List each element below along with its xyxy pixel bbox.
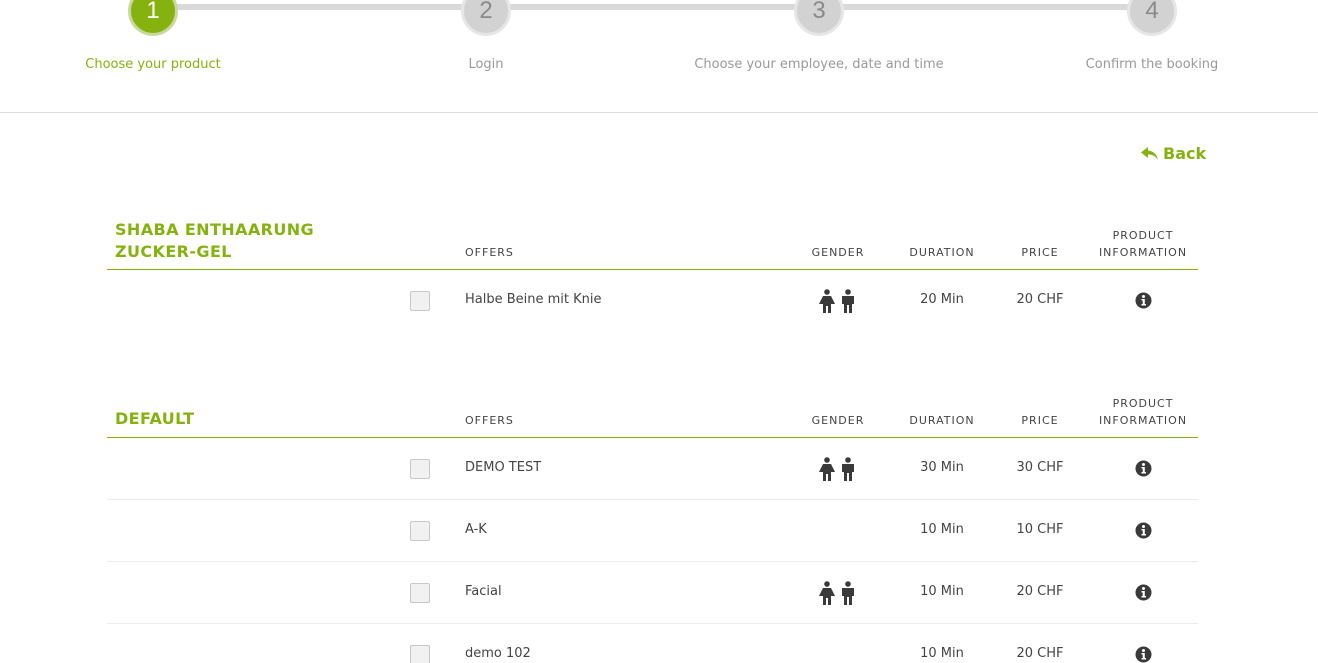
offer-price: 10 CHF [1016, 522, 1064, 537]
back-arrow-icon [1141, 146, 1158, 160]
gender-icons [818, 457, 857, 481]
back-link[interactable]: Back [1141, 144, 1206, 163]
offer-row: Halbe Beine mit Knie 20 Min 20 CHF [107, 270, 1198, 332]
offer-name: DEMO TEST [465, 460, 542, 475]
male-icon [842, 581, 854, 605]
column-offers: OFFERS [465, 246, 514, 259]
offer-duration: 30 Min [920, 460, 964, 475]
offer-checkbox[interactable] [410, 521, 430, 541]
male-icon [842, 457, 854, 481]
info-icon[interactable] [1135, 522, 1152, 539]
offer-price: 20 CHF [1016, 584, 1064, 599]
offer-duration: 10 Min [920, 646, 964, 661]
step-4-label: Confirm the booking [1085, 57, 1219, 72]
offer-row: DEMO TEST 30 Min 30 CHF [107, 438, 1198, 500]
column-product-information-line2: INFORMATION [1098, 414, 1188, 427]
column-product-information: PRODUCT INFORMATION [1083, 227, 1203, 261]
column-price: PRICE [1021, 414, 1059, 427]
column-gender: GENDER [811, 414, 865, 427]
column-gender: GENDER [811, 246, 865, 259]
offer-name: Halbe Beine mit Knie [465, 292, 602, 307]
step-3: 3 Choose your employee, date and time [694, 0, 944, 72]
category-default: DEFAULT OFFERS GENDER DURATION PRICE PRO… [107, 380, 1198, 663]
step-1-circle: 1 [128, 0, 178, 36]
offer-checkbox[interactable] [410, 291, 430, 311]
offer-name: demo 102 [465, 646, 531, 661]
gender-icons [818, 581, 857, 605]
gender-icons [818, 289, 857, 313]
step-4-circle: 4 [1127, 0, 1177, 36]
stepper-track [153, 4, 1153, 10]
column-offers: OFFERS [465, 414, 514, 427]
category-header: SHABA ENTHAARUNG ZUCKER-GEL OFFERS GENDE… [107, 212, 1198, 270]
info-icon[interactable] [1135, 292, 1152, 309]
column-product-information-line2: INFORMATION [1098, 246, 1188, 259]
booking-stepper: 1 Choose your product 2 Login 3 Choose y… [0, 0, 1318, 113]
column-product-information-line1: PRODUCT [1112, 397, 1174, 410]
offer-checkbox[interactable] [410, 459, 430, 479]
category-title: DEFAULT [115, 409, 195, 428]
offer-row: demo 102 10 Min 20 CHF [107, 624, 1198, 663]
offer-row: A-K 10 Min 10 CHF [107, 500, 1198, 562]
offer-price: 20 CHF [1016, 646, 1064, 661]
offer-price: 20 CHF [1016, 292, 1064, 307]
info-icon[interactable] [1135, 646, 1152, 663]
column-product-information-line1: PRODUCT [1112, 229, 1174, 242]
column-duration: DURATION [909, 414, 975, 427]
step-1: 1 Choose your product [53, 0, 253, 72]
category-title: SHABA ENTHAARUNG ZUCKER-GEL [115, 220, 315, 261]
step-3-circle: 3 [794, 0, 844, 36]
category-header: DEFAULT OFFERS GENDER DURATION PRICE PRO… [107, 380, 1198, 438]
info-icon[interactable] [1135, 460, 1152, 477]
male-icon [842, 289, 854, 313]
step-4: 4 Confirm the booking [1052, 0, 1252, 72]
step-3-label: Choose your employee, date and time [694, 57, 944, 72]
female-icon [819, 457, 835, 481]
step-2: 2 Login [386, 0, 586, 72]
female-icon [819, 581, 835, 605]
offer-checkbox[interactable] [410, 583, 430, 603]
female-icon [819, 289, 835, 313]
back-label: Back [1163, 144, 1207, 163]
step-2-circle: 2 [461, 0, 511, 36]
offer-row: Facial 10 Min 20 CHF [107, 562, 1198, 624]
column-duration: DURATION [909, 246, 975, 259]
offer-name: Facial [465, 584, 502, 599]
offer-duration: 10 Min [920, 584, 964, 599]
step-2-label: Login [468, 57, 504, 72]
step-1-label: Choose your product [85, 57, 221, 72]
offer-duration: 10 Min [920, 522, 964, 537]
column-price: PRICE [1021, 246, 1059, 259]
category-shaba: SHABA ENTHAARUNG ZUCKER-GEL OFFERS GENDE… [107, 212, 1198, 332]
column-product-information: PRODUCT INFORMATION [1083, 395, 1203, 429]
offer-checkbox[interactable] [410, 645, 430, 663]
offer-price: 30 CHF [1016, 460, 1064, 475]
offer-duration: 20 Min [920, 292, 964, 307]
offer-name: A-K [465, 522, 487, 537]
info-icon[interactable] [1135, 584, 1152, 601]
